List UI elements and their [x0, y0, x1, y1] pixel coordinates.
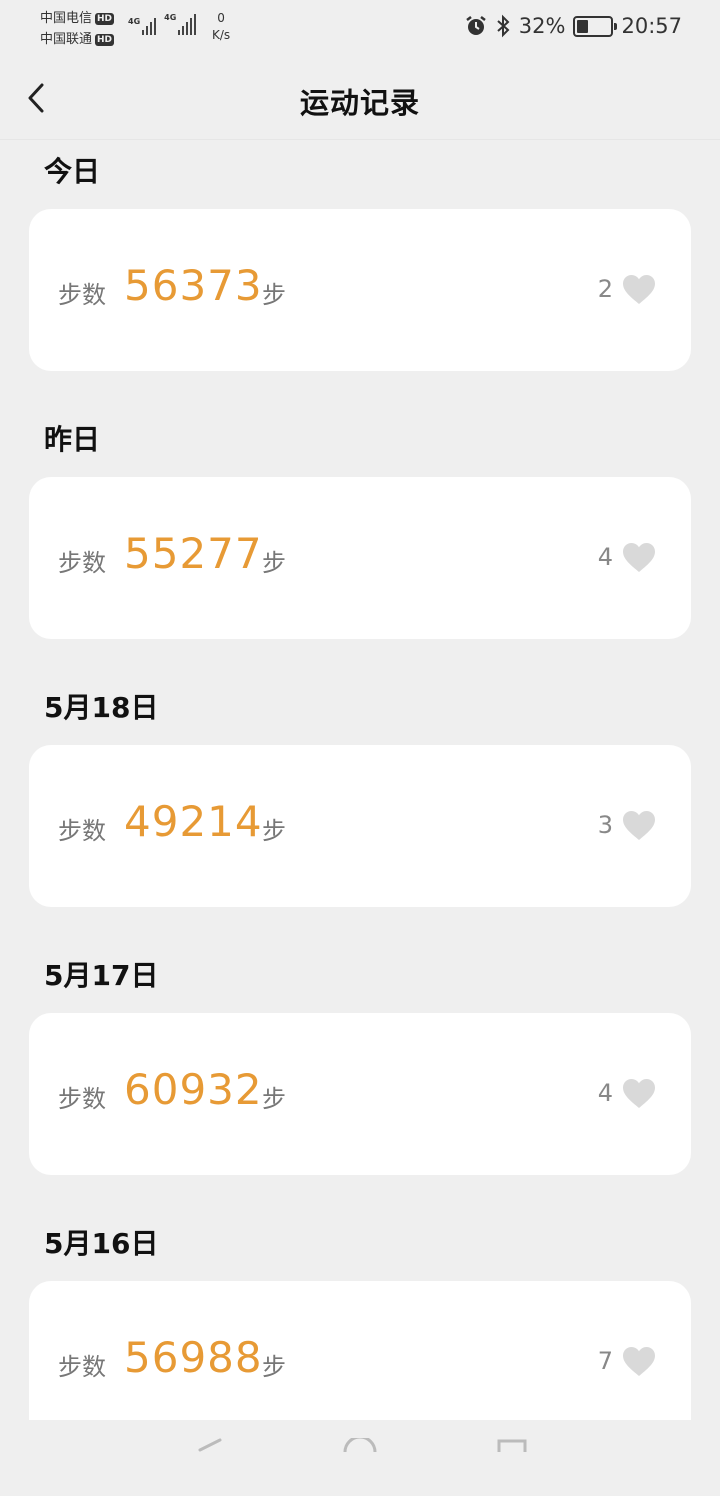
record-card[interactable]: 步数 60932 步 4 [29, 1013, 691, 1175]
clock: 20:57 [621, 14, 682, 38]
alarm-icon [466, 16, 486, 35]
day-label: 今日 [44, 155, 101, 188]
record-card[interactable]: 步数 49214 步 3 [29, 745, 691, 907]
speed-value: 0 [217, 11, 225, 25]
steps-value: 56373 [124, 261, 263, 310]
signal-strength-icon: 4G [164, 13, 197, 35]
record-card[interactable]: 步数 55277 步 4 [29, 477, 691, 639]
steps-value: 56988 [124, 1333, 263, 1382]
system-nav-bar [0, 1420, 720, 1496]
carrier-row-1: 中国电信 HD [40, 8, 115, 29]
hd-badge-1: HD [95, 12, 115, 25]
signal-strength-icon: 4G [128, 17, 157, 35]
heart-icon[interactable] [622, 274, 656, 306]
steps-unit: 步 [262, 1353, 286, 1381]
system-back-icon[interactable] [196, 1438, 222, 1452]
battery-percent: 32% [518, 14, 566, 38]
steps-unit: 步 [262, 549, 286, 577]
record-card[interactable]: 步数 56988 步 7 [29, 1281, 691, 1420]
status-bar: 中国电信 HD 中国联通 HD 4G 4G 0 K/s 32% 20:57 [0, 0, 720, 56]
steps-value: 49214 [124, 797, 263, 846]
battery-icon [573, 15, 618, 37]
steps-value: 60932 [124, 1065, 263, 1114]
carrier-name-1: 中国电信 [40, 11, 93, 26]
bluetooth-icon [497, 14, 510, 38]
carrier-name-2: 中国联通 [40, 32, 93, 47]
day-label: 5月18日 [44, 691, 159, 724]
day-label: 5月17日 [44, 959, 159, 992]
like-count: 3 [597, 811, 613, 839]
like-count: 4 [597, 543, 613, 571]
records-list[interactable]: 今日 步数 56373 步 2 昨日 步数 55277 步 4 5月18日 步数… [0, 141, 720, 1420]
carrier-info: 中国电信 HD 中国联通 HD [40, 8, 115, 50]
nav-bar: 运动记录 [0, 56, 720, 140]
signal-indicators: 4G 4G [128, 13, 197, 35]
steps-label: 步数 [58, 281, 106, 309]
steps-label: 步数 [58, 817, 106, 845]
like-count: 7 [597, 1347, 613, 1375]
steps-unit: 步 [262, 1085, 286, 1113]
heart-icon[interactable] [622, 1078, 656, 1110]
network-speed: 0 K/s [212, 10, 230, 44]
speed-unit: K/s [212, 28, 231, 42]
heart-icon[interactable] [622, 810, 656, 842]
like-count: 4 [597, 1079, 613, 1107]
steps-label: 步数 [58, 549, 106, 577]
steps-label: 步数 [58, 1085, 106, 1113]
like-count: 2 [597, 275, 613, 303]
steps-label: 步数 [58, 1353, 106, 1381]
steps-unit: 步 [262, 817, 286, 845]
page-title: 运动记录 [299, 86, 420, 120]
steps-unit: 步 [262, 281, 286, 309]
steps-value: 55277 [124, 529, 263, 578]
heart-icon[interactable] [622, 542, 656, 574]
day-label: 5月16日 [44, 1227, 159, 1260]
day-label: 昨日 [44, 423, 101, 456]
record-card[interactable]: 步数 56373 步 2 [29, 209, 691, 371]
hd-badge-2: HD [95, 33, 115, 46]
system-home-icon[interactable] [342, 1438, 378, 1452]
system-recents-icon[interactable] [496, 1438, 528, 1452]
carrier-row-2: 中国联通 HD [40, 29, 115, 50]
status-right-group: 32% 20:57 [465, 14, 682, 38]
battery-fill [577, 19, 588, 33]
network-type-1: 4G [128, 17, 141, 26]
network-type-2: 4G [164, 13, 177, 22]
heart-icon[interactable] [622, 1346, 656, 1378]
